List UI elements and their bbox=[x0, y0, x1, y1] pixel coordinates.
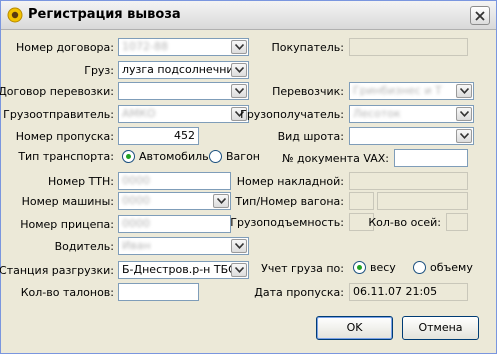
driver-select[interactable]: Иван bbox=[118, 237, 249, 255]
car-number-select[interactable]: 0000 bbox=[118, 192, 231, 210]
ok-button[interactable]: OK bbox=[316, 316, 393, 340]
consignee-label: Грузополучатель: bbox=[240, 108, 344, 121]
transport-type-auto-radio[interactable]: Автомобиль bbox=[122, 149, 209, 165]
transport-type-wagon-radio[interactable]: Вагон bbox=[209, 149, 260, 165]
dropdown-arrow-icon[interactable] bbox=[231, 63, 247, 77]
transport-contract-label: Договор перевозки: bbox=[0, 85, 114, 98]
wagon-type-field bbox=[349, 192, 374, 210]
driver-value: Иван bbox=[122, 239, 151, 252]
waybill-number-field bbox=[349, 172, 468, 190]
dialog-window: Регистрация вывоза Номер договора: 1072-… bbox=[0, 0, 497, 354]
sunflower-icon bbox=[7, 7, 23, 23]
consignee-select[interactable]: Лесоток bbox=[349, 105, 474, 123]
coupons-count-label: Кол-во талонов: bbox=[20, 286, 114, 299]
carrier-select[interactable]: Гринбизнес и Т bbox=[349, 82, 474, 100]
wagon-number-field bbox=[377, 192, 468, 210]
cargo-select[interactable]: лузга подсолнечника bbox=[118, 61, 249, 79]
ttn-number-label: Номер ТТН: bbox=[48, 175, 114, 188]
ttn-number-input[interactable]: 0000 bbox=[118, 172, 231, 190]
cargo-value: лузга подсолнечника bbox=[122, 63, 247, 76]
contract-number-label: Номер договора: bbox=[15, 41, 114, 54]
capacity-label: Грузоподъемность: bbox=[230, 216, 344, 229]
dropdown-arrow-icon[interactable] bbox=[213, 194, 229, 208]
title-bar[interactable]: Регистрация вывоза bbox=[1, 1, 496, 30]
trailer-number-input[interactable]: 0000 bbox=[118, 215, 231, 233]
car-number-label: Номер машины: bbox=[21, 195, 114, 208]
dropdown-arrow-icon[interactable] bbox=[456, 107, 472, 121]
window-title: Регистрация вывоза bbox=[28, 7, 181, 22]
unload-station-value: Б-Днестров.р-н ТБО bbox=[122, 263, 237, 276]
cargo-accounting-label: Учет груза по: bbox=[261, 262, 344, 275]
dropdown-arrow-icon[interactable] bbox=[456, 129, 472, 143]
contract-number-value: 1072-88 bbox=[122, 40, 168, 53]
carrier-value: Гринбизнес и Т bbox=[353, 84, 442, 97]
transport-type-label: Тип транспорта: bbox=[18, 150, 114, 163]
meal-type-select[interactable] bbox=[349, 127, 474, 145]
contract-number-select[interactable]: 1072-88 bbox=[118, 38, 249, 56]
driver-label: Водитель: bbox=[54, 240, 114, 253]
close-icon bbox=[475, 11, 485, 21]
pass-date-field: 06.11.07 21:05 bbox=[349, 283, 468, 301]
accounting-weight-radio[interactable]: весу bbox=[353, 260, 396, 276]
cancel-button[interactable]: Отмена bbox=[402, 316, 479, 340]
unload-station-label: Станция разгрузки: bbox=[0, 264, 114, 277]
ttn-number-value: 0000 bbox=[122, 174, 150, 187]
unload-station-select[interactable]: Б-Днестров.р-н ТБО bbox=[118, 261, 249, 279]
trailer-number-value: 0000 bbox=[122, 217, 150, 230]
accounting-volume-radio[interactable]: объему bbox=[413, 260, 473, 276]
buyer-label: Покупатель: bbox=[271, 41, 344, 54]
pass-number-label: Номер пропуска: bbox=[15, 130, 114, 143]
carrier-label: Перевозчик: bbox=[272, 85, 344, 98]
pass-date-label: Дата пропуска: bbox=[254, 286, 344, 299]
buyer-field bbox=[349, 38, 468, 56]
transport-contract-select[interactable] bbox=[118, 82, 249, 100]
pass-number-input[interactable]: 452 bbox=[118, 127, 199, 145]
coupons-count-input[interactable] bbox=[118, 283, 199, 301]
waybill-number-label: Номер накладной: bbox=[236, 175, 344, 188]
radio-selected-icon[interactable] bbox=[122, 150, 135, 163]
radio-selected-icon[interactable] bbox=[353, 261, 366, 274]
vax-doc-label: № документа VAX: bbox=[282, 152, 389, 165]
meal-type-label: Вид шрота: bbox=[277, 130, 344, 143]
wagon-type-number-label: Тип/Номер вагона: bbox=[235, 195, 344, 208]
shipper-value: АМКО bbox=[122, 107, 156, 120]
radio-unselected-icon[interactable] bbox=[413, 261, 426, 274]
close-button[interactable] bbox=[470, 6, 490, 25]
trailer-number-label: Номер прицепа: bbox=[20, 218, 114, 231]
shipper-select[interactable]: АМКО bbox=[118, 105, 249, 123]
vax-doc-input[interactable] bbox=[394, 149, 468, 167]
shipper-label: Грузоотправитель: bbox=[3, 108, 114, 121]
radio-unselected-icon[interactable] bbox=[209, 150, 222, 163]
dropdown-arrow-icon[interactable] bbox=[231, 84, 247, 98]
dropdown-arrow-icon[interactable] bbox=[231, 263, 247, 277]
axles-field bbox=[446, 213, 468, 231]
axles-label: Кол-во осей: bbox=[368, 216, 441, 229]
dropdown-arrow-icon[interactable] bbox=[231, 40, 247, 54]
dropdown-arrow-icon[interactable] bbox=[231, 239, 247, 253]
cargo-label: Груз: bbox=[84, 64, 114, 77]
car-number-value: 0000 bbox=[122, 194, 150, 207]
consignee-value: Лесоток bbox=[353, 107, 401, 120]
dropdown-arrow-icon[interactable] bbox=[456, 84, 472, 98]
